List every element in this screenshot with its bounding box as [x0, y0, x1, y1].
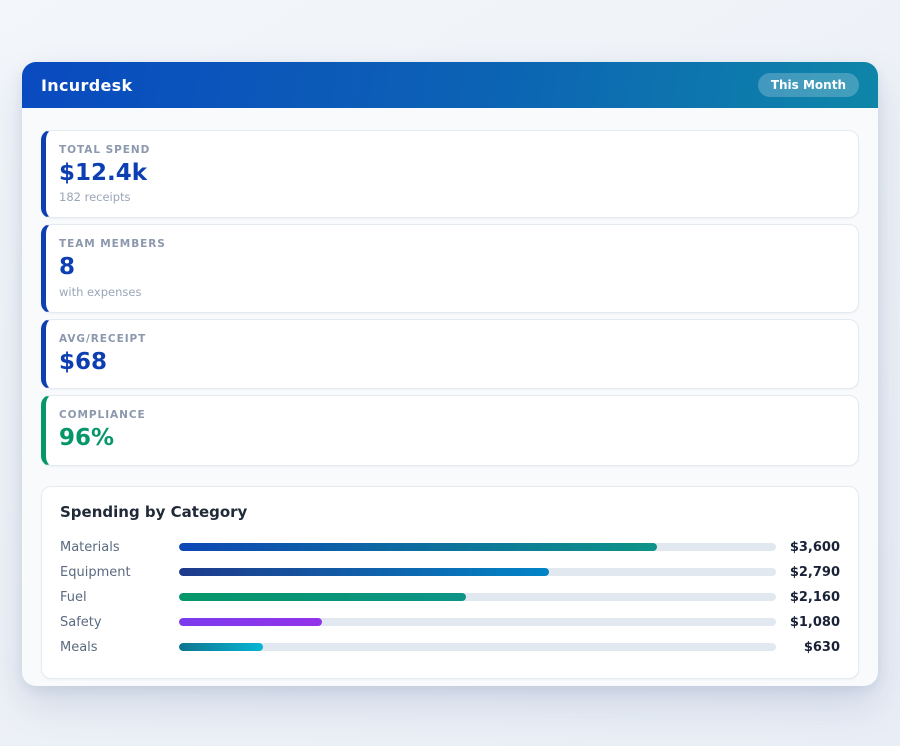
stat-card-total-spend: TOTAL SPEND $12.4k 182 receipts	[41, 130, 859, 219]
app-title: Incurdesk	[41, 75, 133, 95]
chart-row-safety: Safety $1,080	[60, 610, 840, 635]
category-label: Safety	[60, 614, 102, 630]
bar-track	[179, 543, 776, 552]
stat-card-team-members: TEAM MEMBERS 8 with expenses	[41, 224, 859, 313]
stat-value: $12.4k	[59, 160, 148, 186]
bar-value: $2,160	[789, 589, 840, 605]
app-body: TOTAL SPEND $12.4k 182 receipts TEAM MEMBER…	[22, 108, 878, 699]
bar-fill	[179, 543, 657, 552]
period-badge[interactable]: This Month	[757, 73, 859, 97]
stat-value: 96%	[59, 425, 115, 452]
stat-value: 8	[59, 254, 76, 281]
stat-label: COMPLIANCE	[59, 409, 146, 422]
category-label: Fuel	[60, 589, 87, 605]
category-label: Equipment	[60, 564, 131, 580]
chart-row-fuel: Fuel $2,160	[60, 585, 840, 610]
chart-card: Spending by Category Materials $3,600 Equi…	[41, 485, 859, 679]
chart-rows: Materials $3,600 Equipment $2,790 Fuel $2,160…	[60, 535, 840, 660]
bar-track	[179, 568, 776, 577]
stat-subtext: 182 receipts	[59, 190, 131, 205]
category-label: Meals	[60, 639, 98, 655]
bar-value: $630	[803, 639, 840, 655]
bar-fill	[179, 643, 263, 652]
stat-subtext: with expenses	[59, 284, 142, 299]
stat-card-avg-receipt: AVG/RECEIPT $68	[41, 318, 859, 390]
bar-fill	[179, 593, 466, 602]
bar-value: $2,790	[789, 564, 840, 580]
stat-label: TEAM MEMBERS	[59, 238, 166, 251]
bar-value: $1,080	[789, 614, 840, 630]
category-label: Materials	[60, 539, 120, 555]
app-header: Incurdesk This Month	[22, 62, 878, 108]
bar-track	[179, 643, 776, 652]
bar-value: $3,600	[789, 539, 840, 555]
stat-card-compliance: COMPLIANCE 96%	[41, 395, 859, 466]
chart-title: Spending by Category	[60, 502, 248, 521]
stats-list: TOTAL SPEND $12.4k 182 receipts TEAM MEMBER…	[41, 130, 859, 466]
chart-row-materials: Materials $3,600	[60, 535, 840, 560]
stat-label: TOTAL SPEND	[59, 144, 151, 156]
app-container: Incurdesk This Month TOTAL SPEND $12.4k 18…	[22, 62, 878, 686]
bar-track	[179, 618, 776, 627]
chart-row-equipment: Equipment $2,790	[60, 560, 840, 585]
bar-fill	[179, 618, 323, 627]
chart-row-meals: Meals $630	[60, 635, 840, 660]
stat-label: AVG/RECEIPT	[59, 332, 147, 345]
bar-fill	[179, 568, 550, 577]
stat-value: $68	[59, 348, 108, 375]
bar-track	[179, 593, 776, 602]
